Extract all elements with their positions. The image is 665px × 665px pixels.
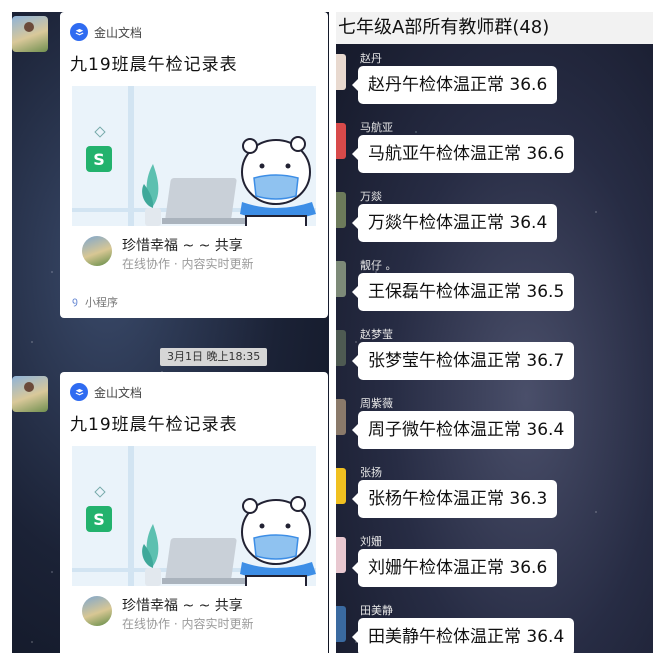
group-title: 七年级A部所有教师群(48) [336, 12, 653, 44]
sender-name: 赵梦莹 [360, 328, 393, 341]
sender-name: 刘姗 [360, 535, 382, 548]
author-subtitle: 在线协作 · 内容实时更新 [122, 617, 254, 631]
polar-bear-icon [240, 136, 316, 226]
kdocs-logo-icon [70, 383, 88, 401]
doc-illustration: S [72, 86, 316, 226]
timestamp: 3月1日 晚上18:35 [160, 348, 268, 366]
kdocs-logo-icon [70, 23, 88, 41]
message-bubble[interactable]: 刘姗午检体温正常 36.6 [351, 549, 558, 587]
brand-name: 金山文档 [94, 385, 143, 400]
mini-program-text: 小程序 [85, 296, 118, 309]
message-bubble[interactable]: 王保磊午检体温正常 36.5 [351, 273, 575, 311]
mini-program-icon: ꝯ [72, 296, 78, 307]
author-row: 珍惜幸福 ~ ~ 共享 在线协作 · 内容实时更新 [72, 226, 316, 276]
avatar[interactable] [336, 261, 346, 297]
spreadsheet-icon: S [86, 506, 112, 532]
sender-name: 田美静 [360, 604, 393, 617]
message-bubble[interactable]: 田美静午检体温正常 36.4 [351, 618, 575, 653]
doc-title: 九19班晨午检记录表 [70, 55, 238, 75]
avatar[interactable] [336, 123, 346, 159]
author-subtitle: 在线协作 · 内容实时更新 [122, 257, 254, 271]
doc-title: 九19班晨午检记录表 [70, 415, 238, 435]
sender-name: 张扬 [360, 466, 382, 479]
avatar[interactable] [336, 330, 346, 366]
message-bubble[interactable]: 赵丹午检体温正常 36.6 [351, 66, 558, 104]
plant-icon [142, 524, 161, 586]
sender-avatar[interactable] [12, 376, 48, 412]
shared-doc-card[interactable]: 金山文档 九19班晨午检记录表 S 珍惜幸福 ~ ~ 共享 在线协作 · 内容实… [60, 372, 328, 653]
doc-illustration: S [72, 446, 316, 586]
message-bubble[interactable]: 张梦莹午检体温正常 36.7 [351, 342, 575, 380]
avatar[interactable] [336, 468, 346, 504]
shared-doc-card[interactable]: 金山文档 九19班晨午检记录表 S 珍惜幸福 ~ ~ 共享 在线协作 · 内容实… [60, 12, 328, 318]
sender-name: 周紫薇 [360, 397, 393, 410]
sender-avatar[interactable] [12, 16, 48, 52]
sender-name: 赵丹 [360, 52, 382, 65]
sender-name: 靓仔 。 [360, 259, 397, 272]
laptop-icon [165, 538, 237, 580]
avatar[interactable] [336, 192, 346, 228]
sender-name: 万燚 [360, 190, 382, 203]
message-bubble[interactable]: 周子微午检体温正常 36.4 [351, 411, 575, 449]
message-bubble[interactable]: 马航亚午检体温正常 36.6 [351, 135, 575, 173]
brand-row: 金山文档 [70, 382, 142, 402]
sender-name: 马航亚 [360, 121, 393, 134]
left-chat-panel: 金山文档 九19班晨午检记录表 S 珍惜幸福 ~ ~ 共享 在线协作 · 内容实… [12, 12, 329, 653]
spreadsheet-icon: S [86, 146, 112, 172]
author-name: 珍惜幸福 ~ ~ 共享 [122, 598, 243, 614]
avatar[interactable] [336, 54, 346, 90]
right-chat-panel: 七年级A部所有教师群(48) 赵丹 赵丹午检体温正常 36.6 马航亚 马航亚午检体温… [336, 12, 653, 653]
brand-row: 金山文档 [70, 22, 142, 42]
message-bubble[interactable]: 张杨午检体温正常 36.3 [351, 480, 558, 518]
author-row: 珍惜幸福 ~ ~ 共享 在线协作 · 内容实时更新 [72, 586, 316, 636]
avatar[interactable] [336, 399, 346, 435]
brand-name: 金山文档 [94, 25, 143, 40]
avatar[interactable] [336, 606, 346, 642]
collage: 金山文档 九19班晨午检记录表 S 珍惜幸福 ~ ~ 共享 在线协作 · 内容实… [0, 0, 665, 665]
author-name: 珍惜幸福 ~ ~ 共享 [122, 238, 243, 254]
avatar[interactable] [336, 537, 346, 573]
laptop-icon [165, 178, 237, 220]
plant-icon [142, 164, 161, 226]
message-bubble[interactable]: 万燚午检体温正常 36.4 [351, 204, 558, 242]
polar-bear-icon [240, 496, 316, 586]
author-avatar [82, 596, 112, 626]
mini-program-label: ꝯ 小程序 [72, 294, 118, 310]
author-avatar [82, 236, 112, 266]
